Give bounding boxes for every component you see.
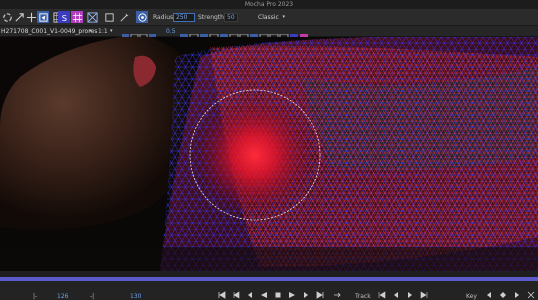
prev-key-icon[interactable] (232, 291, 240, 299)
track-backward-icon[interactable] (378, 291, 386, 299)
current-frame-value[interactable]: 130 (130, 293, 141, 300)
clip-toolbar: H271708_C001_V1-0049_prores ▾ 1:1 ▾ 0.5 (0, 26, 538, 42)
play-backward-icon[interactable] (260, 291, 268, 299)
overlay-toggle-icons[interactable] (240, 27, 320, 35)
chevron-down-icon: ▾ (282, 14, 285, 20)
playback-bar (0, 281, 538, 300)
zoom-chevron-icon[interactable]: ▾ (110, 28, 113, 34)
out-point-marker-icon[interactable]: -| (90, 293, 94, 300)
key-label: Key (466, 293, 477, 300)
track-step-forward-icon[interactable] (406, 291, 414, 299)
smudge-brush-icon[interactable] (136, 11, 148, 23)
go-to-end-icon[interactable] (316, 291, 324, 299)
warp-icon[interactable] (86, 11, 98, 23)
mode-value: Classic (258, 14, 279, 21)
strength-field[interactable]: 50 (224, 13, 238, 22)
track-label: Track (355, 293, 371, 300)
clip-name: H271708_C001_V1-0049_prores (1, 28, 98, 35)
move-icon[interactable] (25, 11, 37, 23)
main-toolbar: S Radius 250 Strength 50 Classic ▾ (0, 9, 538, 26)
scale-icon[interactable] (13, 11, 25, 23)
stop-icon[interactable] (274, 291, 282, 299)
radius-field[interactable]: 250 (173, 13, 195, 22)
rotate-icon[interactable] (1, 11, 13, 23)
app-title: Mocha Pro 2023 (244, 1, 294, 8)
viewer-image (0, 37, 538, 271)
zoom-value[interactable]: 1:1 (98, 28, 108, 35)
svg-text:S: S (61, 13, 66, 23)
delete-keyframe-icon[interactable] (527, 291, 535, 299)
crop-icon[interactable] (103, 11, 115, 23)
magic-tool-icon[interactable] (118, 11, 130, 23)
title-bar: Mocha Pro 2023 (0, 0, 538, 9)
spline-s-icon[interactable]: S (58, 11, 70, 23)
timeline-panel: |- 126 -| 130 Track Key (0, 271, 538, 300)
step-forward-icon[interactable] (302, 291, 310, 299)
opacity-value[interactable]: 0.5 (166, 28, 176, 35)
step-back-icon[interactable] (246, 291, 254, 299)
mesh-grid-icon[interactable] (71, 11, 83, 23)
prev-keyframe-icon[interactable] (485, 291, 493, 299)
track-forward-icon[interactable] (420, 291, 428, 299)
loop-icon[interactable] (333, 291, 341, 299)
add-keyframe-icon[interactable] (499, 291, 507, 299)
clip-dropdown-chevron-icon[interactable]: ▾ (89, 28, 92, 34)
view-toggle-icons (122, 27, 162, 42)
select-mesh-icon[interactable] (37, 11, 49, 23)
play-forward-icon[interactable] (288, 291, 296, 299)
in-point-marker-icon[interactable]: |- (33, 293, 37, 300)
in-frame-value[interactable]: 126 (57, 293, 68, 300)
track-step-back-icon[interactable] (392, 291, 400, 299)
viewer-canvas[interactable] (0, 37, 538, 271)
mode-dropdown[interactable]: Classic ▾ (256, 13, 288, 22)
next-keyframe-icon[interactable] (513, 291, 521, 299)
go-to-start-icon[interactable] (218, 291, 226, 299)
radius-label: Radius (153, 14, 174, 21)
strength-label: Strength (198, 14, 224, 21)
